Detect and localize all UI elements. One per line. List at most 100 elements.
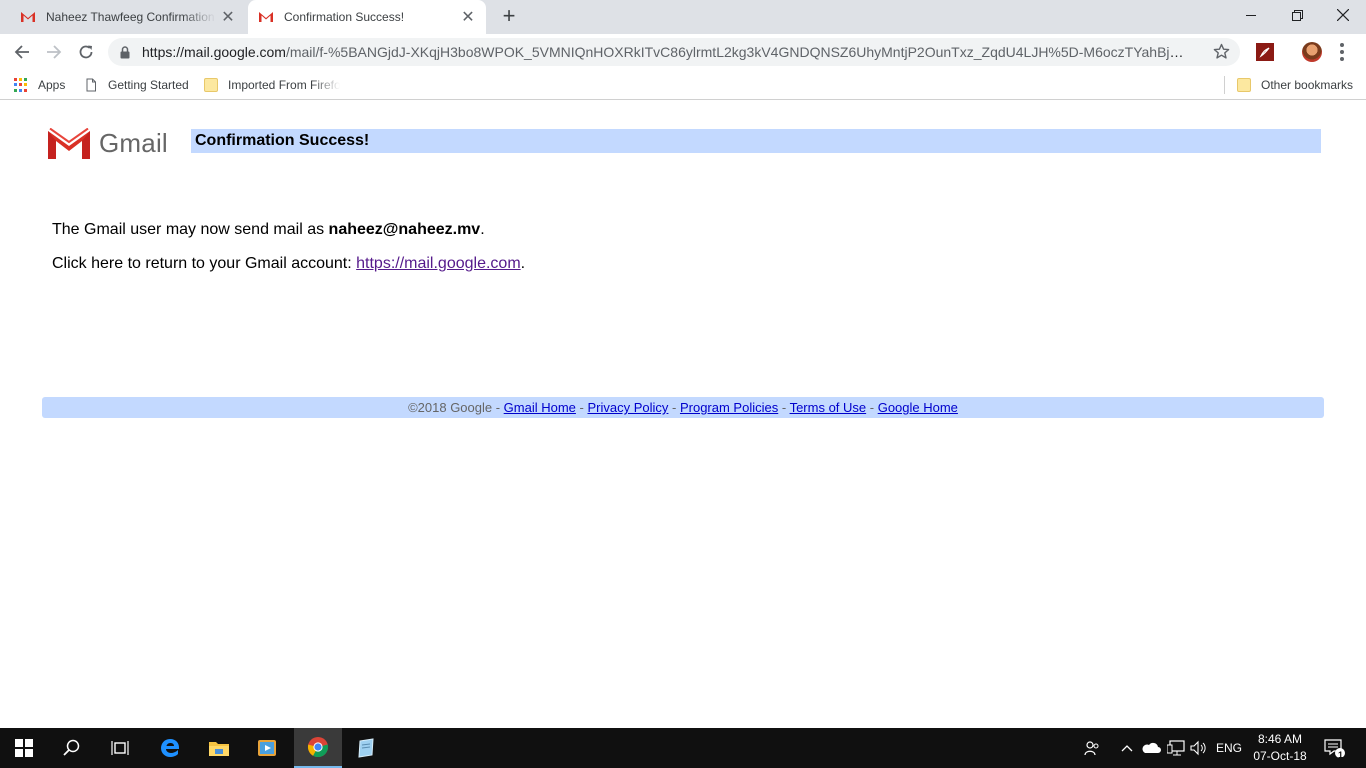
folder-icon <box>204 78 218 92</box>
gmail-account-link[interactable]: https://mail.google.com <box>356 255 521 272</box>
close-icon <box>1337 9 1349 21</box>
footer-separator: - <box>668 400 680 415</box>
task-view-icon <box>111 741 129 755</box>
footer-separator: - <box>492 400 504 415</box>
profile-avatar[interactable] <box>1302 42 1322 62</box>
media-player-icon <box>258 740 276 756</box>
gmail-favicon-icon <box>259 12 273 22</box>
people-icon <box>1084 741 1099 756</box>
tab-confirmation-success[interactable]: Confirmation Success! ✕ <box>248 0 486 34</box>
task-view-button[interactable] <box>96 728 144 768</box>
close-icon[interactable]: ✕ <box>216 5 240 29</box>
footer-link-privacy-policy[interactable]: Privacy Policy <box>587 400 668 415</box>
minimize-icon <box>1245 14 1256 16</box>
send-as-email: naheez@naheez.mv <box>328 221 481 238</box>
reload-icon <box>79 45 93 59</box>
footer-link-gmail-home[interactable]: Gmail Home <box>504 400 576 415</box>
clock-time: 8:46 AM <box>1257 732 1303 746</box>
return-message: Click here to return to your Gmail accou… <box>52 255 525 273</box>
footer-link-program-policies[interactable]: Program Policies <box>680 400 778 415</box>
acrobat-extension-icon[interactable] <box>1256 43 1274 61</box>
tab-confirmation-request[interactable]: Naheez Thawfeeg Confirmation - ✕ <box>8 0 246 34</box>
restore-icon <box>1291 9 1303 21</box>
footer-link-google-home[interactable]: Google Home <box>878 400 958 415</box>
show-hidden-icons-button[interactable] <box>1118 728 1136 768</box>
bookmark-label: Getting Started <box>108 78 189 92</box>
browser-toolbar: https://mail.google.com/mail/f-%5BANGjdJ… <box>0 34 1366 70</box>
message-period: . <box>520 255 526 272</box>
tab-title: Confirmation Success! <box>284 10 405 24</box>
close-icon[interactable]: ✕ <box>456 5 480 29</box>
bookmark-label: Imported From Firefox <box>228 78 340 92</box>
gmail-favicon-icon <box>21 12 35 22</box>
bookmark-apps[interactable]: Apps <box>14 76 65 94</box>
chrome-menu-button[interactable] <box>1336 42 1348 62</box>
bookmark-label: Other bookmarks <box>1261 78 1354 92</box>
bookmark-folder-imported[interactable]: Imported From Firefox <box>204 76 340 94</box>
taskbar-media-player[interactable] <box>243 728 291 768</box>
notification-count-badge: 1 <box>1338 750 1344 760</box>
confirmation-title-bar: Confirmation Success! <box>191 129 1321 153</box>
network-icon <box>1167 740 1185 756</box>
notepad-icon <box>358 738 374 758</box>
bookmark-folder-other[interactable]: Other bookmarks <box>1237 76 1353 94</box>
windows-taskbar: ENG 8:46 AM 07-Oct-18 1 <box>0 728 1366 768</box>
chevron-up-icon <box>1121 745 1133 752</box>
taskbar-clock[interactable]: 8:46 AM 07-Oct-18 <box>1244 731 1316 765</box>
bookmark-star-icon[interactable] <box>1213 43 1230 65</box>
gmail-wordmark: Gmail <box>99 128 168 158</box>
gmail-logo: Gmail <box>48 128 168 159</box>
restore-button[interactable] <box>1274 0 1320 30</box>
forward-button[interactable] <box>42 40 66 64</box>
page-title: Confirmation Success! <box>195 132 370 149</box>
action-center-button[interactable]: 1 <box>1320 728 1350 768</box>
browser-tab-strip: Naheez Thawfeeg Confirmation - ✕ Confirm… <box>0 0 1366 34</box>
clock-date: 07-Oct-18 <box>1253 749 1307 763</box>
bookmarks-bar: Apps Getting Started Imported From Firef… <box>0 70 1366 100</box>
url-text: https://mail.google.com/mail/f-%5BANGjdJ… <box>142 44 1192 60</box>
taskbar-edge[interactable] <box>146 728 194 768</box>
taskbar-file-explorer[interactable] <box>195 728 243 768</box>
message-text: Click here to return to your Gmail accou… <box>52 255 357 272</box>
input-language-button[interactable]: ENG <box>1212 728 1246 768</box>
windows-logo-icon <box>15 739 33 757</box>
apps-grid-icon <box>14 78 28 92</box>
search-button[interactable] <box>48 728 96 768</box>
arrow-left-icon <box>14 45 29 59</box>
message-text: The Gmail user may now send mail as <box>52 221 329 238</box>
taskbar-chrome[interactable] <box>294 728 342 768</box>
address-bar[interactable]: https://mail.google.com/mail/f-%5BANGjdJ… <box>108 38 1240 66</box>
footer-bar: ©2018 Google - Gmail Home - Privacy Poli… <box>42 397 1324 418</box>
copyright-text: ©2018 Google <box>408 400 493 415</box>
bookmarks-divider <box>1224 76 1225 94</box>
folder-icon <box>1237 78 1251 92</box>
footer-separator: - <box>866 400 878 415</box>
minimize-button[interactable] <box>1228 0 1274 30</box>
send-as-message: The Gmail user may now send mail as nahe… <box>52 221 485 239</box>
footer-separator: - <box>575 400 588 415</box>
start-button[interactable] <box>0 728 48 768</box>
taskbar-notepad[interactable] <box>342 728 390 768</box>
edge-browser-icon <box>161 739 180 757</box>
arrow-right-icon <box>47 45 62 59</box>
back-button[interactable] <box>10 40 34 64</box>
url-host: https://mail.google.com <box>142 44 286 60</box>
lock-icon <box>120 45 134 59</box>
reload-button[interactable] <box>74 40 98 64</box>
folder-icon <box>209 742 229 756</box>
network-button[interactable] <box>1165 728 1187 768</box>
tab-title: Naheez Thawfeeg Confirmation - <box>46 10 216 24</box>
message-period: . <box>480 221 485 238</box>
chrome-icon <box>307 737 329 758</box>
bookmark-label: Apps <box>38 78 66 92</box>
onedrive-button[interactable] <box>1140 728 1162 768</box>
url-path: /mail/f-%5BANGjdJ-XKqjH3bo8WPOK_5VMNIQnH… <box>285 44 1192 60</box>
footer-link-terms-of-use[interactable]: Terms of Use <box>790 400 867 415</box>
close-window-button[interactable] <box>1320 0 1366 30</box>
search-icon <box>63 739 80 756</box>
people-button[interactable] <box>1080 728 1104 768</box>
bookmark-getting-started[interactable]: Getting Started <box>84 76 189 94</box>
footer-separator: - <box>778 400 790 415</box>
volume-button[interactable] <box>1188 728 1210 768</box>
new-tab-button[interactable]: + <box>497 5 521 29</box>
